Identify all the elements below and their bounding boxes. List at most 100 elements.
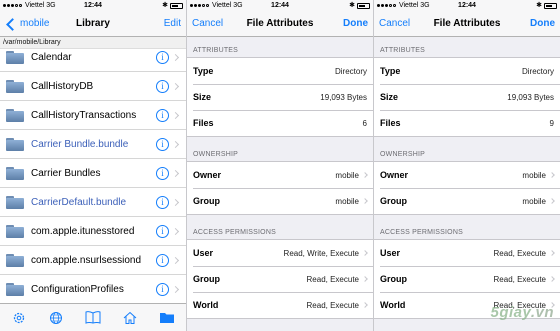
row-key: Size (193, 92, 212, 102)
ownership-row-group[interactable]: Group mobile (374, 188, 560, 214)
row-key: Group (193, 196, 220, 206)
status-bar: Viettel 3G 12:44 ✱ (374, 0, 560, 11)
folder-icon (6, 108, 24, 122)
chevron-right-icon (362, 198, 368, 204)
row-key: Group (193, 274, 220, 284)
info-icon[interactable]: i (156, 195, 169, 209)
chevron-right-icon (549, 250, 555, 256)
file-name: CallHistoryDB (31, 80, 94, 92)
file-name: Carrier Bundle.bundle (31, 138, 129, 150)
info-icon[interactable]: i (156, 224, 169, 238)
info-icon[interactable]: i (156, 282, 169, 296)
permissions-row-world[interactable]: World Read, Execute (187, 292, 373, 318)
ownership-row-group[interactable]: Group mobile (187, 188, 373, 214)
gear-icon[interactable] (10, 309, 28, 327)
bluetooth-icon: ✱ (162, 2, 168, 9)
file-name: com.apple.nsurlsessiond (31, 254, 142, 266)
attributes-row-size: Size 19,093 Bytes (187, 84, 373, 110)
row-key: Group (380, 274, 407, 284)
file-name: Carrier Bundles (31, 167, 101, 179)
file-row[interactable]: com.apple.nsurlsessiond i (0, 246, 186, 275)
file-row[interactable]: CarrierDefault.bundle i (0, 188, 186, 217)
file-name: Calendar (31, 51, 72, 63)
info-icon[interactable]: i (156, 50, 169, 64)
info-icon[interactable]: i (156, 253, 169, 267)
file-row[interactable]: ConfigurationProfiles i (0, 275, 186, 304)
file-name: ConfigurationProfiles (31, 283, 124, 295)
watermark-logo: 5giay.vn (491, 304, 555, 321)
chevron-right-icon (171, 53, 180, 61)
ownership-row-owner[interactable]: Owner mobile (374, 162, 560, 188)
folder-icon (6, 166, 24, 180)
chevron-right-icon (362, 250, 368, 256)
row-value: mobile (522, 170, 546, 180)
info-icon[interactable]: i (156, 137, 169, 151)
row-key: Files (380, 118, 401, 128)
chevron-right-icon (171, 227, 180, 235)
row-key: Type (380, 66, 401, 76)
chevron-right-icon (362, 302, 368, 308)
chevron-right-icon (171, 256, 180, 264)
row-value: Read, Execute (493, 274, 546, 284)
permissions-row-group[interactable]: Group Read, Execute (187, 266, 373, 292)
folder-icon (6, 195, 24, 209)
chevron-right-icon (549, 198, 555, 204)
library-screen: Viettel 3G 12:44 ✱ mobile Library Edit C… (0, 0, 186, 331)
attributes-row-files: Files 6 (187, 110, 373, 136)
info-icon[interactable]: i (156, 79, 169, 93)
permissions-row-user[interactable]: User Read, Write, Execute (187, 240, 373, 266)
globe-icon[interactable] (47, 309, 65, 327)
row-key: User (380, 248, 401, 258)
status-time: 12:44 (84, 2, 102, 9)
nav-bar: Cancel File Attributes Done (374, 11, 560, 37)
folder-icon (6, 282, 24, 296)
row-value: Directory (334, 66, 367, 76)
row-value: Read, Execute (306, 274, 359, 284)
info-icon[interactable]: i (156, 166, 169, 180)
status-bar: Viettel 3G 12:44 ✱ (187, 0, 373, 11)
row-key: Owner (193, 170, 222, 180)
battery-icon (544, 2, 557, 9)
row-value: mobile (335, 170, 359, 180)
folder-icon[interactable] (158, 309, 176, 327)
row-key: Type (193, 66, 214, 76)
book-icon[interactable] (84, 309, 102, 327)
attributes-row-files: Files 9 (374, 110, 560, 136)
file-name: CallHistoryTransactions (31, 109, 137, 121)
file-name: CarrierDefault.bundle (31, 196, 127, 208)
row-value: mobile (335, 196, 359, 206)
section-header-permissions: ACCESS PERMISSIONS (193, 229, 276, 236)
permissions-row-user[interactable]: User Read, Execute (374, 240, 560, 266)
file-row[interactable]: CallHistoryTransactions i (0, 101, 186, 130)
chevron-right-icon (171, 198, 180, 206)
row-value: Read, Execute (493, 248, 546, 258)
chevron-right-icon (171, 285, 180, 293)
done-button[interactable]: Done (530, 11, 555, 37)
folder-icon (6, 50, 24, 64)
file-row[interactable]: CallHistoryDB i (0, 72, 186, 101)
permissions-section: User Read, Write, Execute Group Read, Execu… (187, 239, 373, 319)
file-row[interactable]: Carrier Bundle.bundle i (0, 130, 186, 159)
row-value: 6 (362, 118, 367, 128)
permissions-row-group[interactable]: Group Read, Execute (374, 266, 560, 292)
home-icon[interactable] (121, 309, 139, 327)
nav-bar: Cancel File Attributes Done (187, 11, 373, 37)
chevron-right-icon (171, 169, 180, 177)
edit-button[interactable]: Edit (164, 11, 181, 37)
file-row[interactable]: Carrier Bundles i (0, 159, 186, 188)
section-header-attributes: ATTRIBUTES (193, 47, 239, 54)
done-button[interactable]: Done (343, 11, 368, 37)
attributes-row-type: Type Directory (374, 58, 560, 84)
section-header-permissions: ACCESS PERMISSIONS (380, 229, 463, 236)
page-title: Library (76, 18, 110, 29)
ownership-row-owner[interactable]: Owner mobile (187, 162, 373, 188)
row-value: Directory (521, 66, 554, 76)
row-value: 19,093 Bytes (320, 92, 367, 102)
row-value: Read, Write, Execute (283, 248, 359, 258)
file-row[interactable]: com.apple.itunesstored i (0, 217, 186, 246)
folder-icon (6, 137, 24, 151)
status-time: 12:44 (271, 2, 289, 9)
attributes-row-type: Type Directory (187, 58, 373, 84)
chevron-right-icon (549, 172, 555, 178)
info-icon[interactable]: i (156, 108, 169, 122)
